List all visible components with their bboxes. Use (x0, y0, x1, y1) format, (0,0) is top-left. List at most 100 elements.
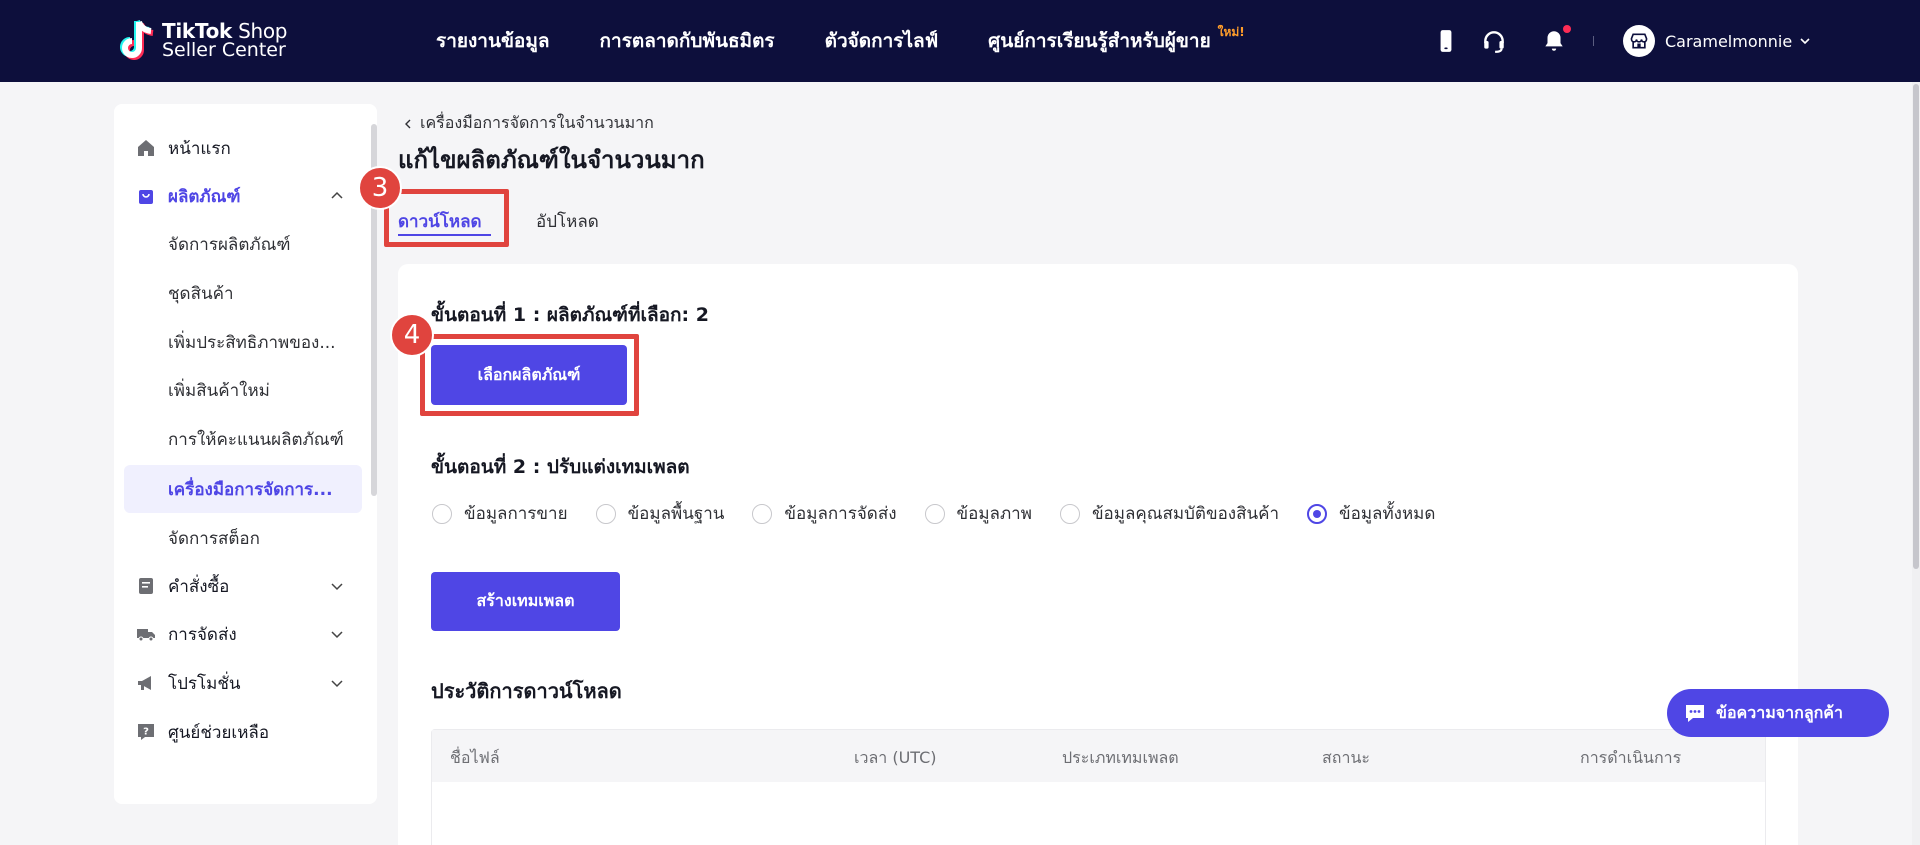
template-type-radio-group: ข้อมูลการขาย ข้อมูลพื้นฐาน ข้อมูลการจัดส… (432, 500, 1463, 527)
sidebar-item-label: หน้าแรก (168, 138, 231, 159)
account-menu[interactable]: Caramelmonnie (1623, 25, 1812, 57)
radio-label: ข้อมูลภาพ (956, 504, 1032, 524)
sidebar-subitem-add-product[interactable]: เพิ่มสินค้าใหม่ (114, 366, 354, 414)
breadcrumb-label: เครื่องมือการจัดการในจำนวนมาก (420, 113, 654, 132)
radio-label: ข้อมูลการขาย (464, 504, 568, 524)
nav-affiliate-marketing[interactable]: การตลาดกับพันธมิตร (600, 26, 775, 56)
sidebar-item-help-center[interactable]: ? ศูนย์ช่วยเหลือ (114, 708, 354, 756)
sidebar-subitem-product-ratings[interactable]: การให้คะแนนผลิตภัณฑ์ (114, 415, 354, 463)
sidebar-item-label: โปรโมชั่น (168, 673, 241, 694)
brand-seller-center: Seller Center (162, 39, 286, 61)
shop-avatar (1623, 25, 1655, 57)
radio-label: ข้อมูลการจัดส่ง (784, 504, 897, 524)
chevron-up-icon (331, 191, 343, 199)
account-name: Caramelmonnie (1665, 31, 1793, 51)
store-icon (1630, 33, 1648, 49)
page-title: แก้ไขผลิตภัณฑ์ในจำนวนมาก (398, 146, 705, 174)
column-header-actions: การดำเนินการ (1580, 748, 1682, 767)
sidebar-subitem-label: ชุดสินค้า (168, 283, 234, 304)
sidebar-item-home[interactable]: หน้าแรก (114, 124, 354, 172)
chat-bubble-icon (1686, 705, 1704, 722)
annotation-highlight-button (420, 334, 639, 416)
sidebar-item-orders[interactable]: คำสั่งซื้อ (114, 562, 354, 610)
tab-upload[interactable]: อัปโหลด (536, 208, 599, 235)
shopping-bag-icon (139, 190, 153, 204)
sidebar-item-label: ผลิตภัณฑ์ (168, 186, 241, 207)
help-question-icon: ? (138, 724, 154, 740)
sidebar-subitem-label: จัดการสต็อก (168, 528, 260, 549)
sidebar-item-label: การจัดส่ง (168, 624, 237, 645)
download-history-table: ชื่อไฟล์ เวลา (UTC) ประเภทเทมเพลต สถานะ … (431, 729, 1766, 845)
annotation-marker-4: 4 (390, 313, 434, 357)
column-header-status: สถานะ (1322, 748, 1370, 767)
home-icon (138, 140, 154, 156)
annotation-marker-3: 3 (358, 166, 402, 210)
nav-divider (1593, 36, 1594, 46)
sidebar-item-products[interactable]: ผลิตภัณฑ์ (114, 172, 354, 220)
table-header: ชื่อไฟล์ เวลา (UTC) ประเภทเทมเพลต สถานะ … (432, 730, 1765, 782)
nav-live-manager[interactable]: ตัวจัดการไลฟ์ (825, 26, 939, 56)
sidebar-subitem-optimize[interactable]: เพิ่มประสิทธิภาพของ... (114, 318, 354, 366)
sidebar-subitem-label: การให้คะแนนผลิตภัณฑ์ (168, 429, 344, 450)
radio-basic-info[interactable]: ข้อมูลพื้นฐาน (595, 500, 725, 527)
column-header-template-type: ประเภทเทมเพลต (1062, 748, 1179, 767)
download-history-title: ประวัติการดาวน์โหลด (431, 679, 622, 703)
headset-support-icon[interactable] (1481, 28, 1507, 54)
radio-circle (924, 503, 945, 524)
notification-dot (1563, 25, 1571, 33)
megaphone-icon (138, 676, 151, 690)
radio-circle (432, 503, 452, 524)
new-badge: ใหม่! (1217, 25, 1245, 39)
chevron-down-icon (331, 680, 343, 688)
customer-messages-button[interactable]: ข้อความจากลูกค้า (1667, 689, 1889, 737)
customer-messages-label: ข้อความจากลูกค้า (1716, 702, 1843, 722)
radio-image-info[interactable]: ข้อมูลภาพ (924, 500, 1032, 527)
nav-seller-university[interactable]: ศูนย์การเรียนรู้สำหรับผู้ขาย ใหม่! (988, 25, 1245, 56)
chevron-down-icon (1800, 38, 1810, 45)
radio-circle-selected (1307, 503, 1327, 524)
sidebar-subitem-bulk-tools[interactable]: เครื่องมือการจัดการ... (114, 465, 354, 513)
sidebar: หน้าแรก ผลิตภัณฑ์ จัดการผลิตภัณฑ์ ชุดสิน… (114, 104, 377, 804)
sidebar-item-label: คำสั่งซื้อ (168, 576, 230, 597)
tiktok-logo-icon (120, 19, 154, 60)
sidebar-item-label: ศูนย์ช่วยเหลือ (168, 722, 270, 743)
sidebar-item-promotions[interactable]: โปรโมชั่น (114, 659, 354, 707)
delivery-truck-icon (137, 629, 155, 642)
order-list-icon (139, 578, 153, 594)
radio-label: ข้อมูลทั้งหมด (1339, 504, 1436, 524)
column-header-filename: ชื่อไฟล์ (450, 748, 500, 767)
breadcrumb[interactable]: เครื่องมือการจัดการในจำนวนมาก (402, 111, 654, 136)
radio-sales-info[interactable]: ข้อมูลการขาย (432, 500, 568, 527)
step2-label: ขั้นตอนที่ 2 : ปรับแต่งเทมเพลต (431, 456, 690, 478)
page-scrollbar-thumb[interactable] (1913, 84, 1919, 569)
sidebar-subitem-manage-products[interactable]: จัดการผลิตภัณฑ์ (114, 220, 354, 268)
radio-label: ข้อมูลพื้นฐาน (627, 504, 725, 524)
sidebar-subitem-product-sets[interactable]: ชุดสินค้า (114, 269, 354, 317)
notification-bell-icon[interactable] (1541, 28, 1567, 54)
radio-circle (752, 503, 773, 524)
sidebar-item-shipping[interactable]: การจัดส่ง (114, 610, 354, 658)
radio-shipping-info[interactable]: ข้อมูลการจัดส่ง (752, 500, 897, 527)
tiktok-shop-logo[interactable]: TikTok Shop Seller Center (116, 18, 288, 64)
mobile-phone-icon[interactable] (1433, 28, 1459, 54)
column-header-time: เวลา (UTC) (854, 748, 937, 767)
radio-attribute-info[interactable]: ข้อมูลคุณสมบัติของสินค้า (1059, 500, 1279, 527)
annotation-highlight-tab (384, 189, 509, 247)
nav-seller-university-label: ศูนย์การเรียนรู้สำหรับผู้ขาย (988, 30, 1211, 52)
sidebar-subitem-label: เครื่องมือการจัดการ... (168, 479, 333, 500)
main-nav: รายงานข้อมูล การตลาดกับพันธมิตร ตัวจัดกา… (436, 25, 1245, 56)
chevron-left-icon (405, 119, 411, 128)
top-navigation-bar: TikTok Shop Seller Center รายงานข้อมูล ก… (0, 0, 1920, 82)
svg-text:?: ? (143, 727, 149, 738)
radio-circle (595, 503, 616, 524)
radio-all-info[interactable]: ข้อมูลทั้งหมด (1307, 500, 1435, 527)
sidebar-subitem-manage-stock[interactable]: จัดการสต็อก (114, 514, 354, 562)
chevron-down-icon (331, 631, 343, 639)
sidebar-subitem-label: จัดการผลิตภัณฑ์ (168, 234, 291, 255)
sidebar-subitem-label: เพิ่มสินค้าใหม่ (168, 380, 270, 401)
sidebar-subitem-label: เพิ่มประสิทธิภาพของ... (168, 332, 336, 353)
brand-name: TikTok Shop Seller Center (162, 21, 288, 61)
radio-circle (1059, 503, 1080, 524)
nav-data-reports[interactable]: รายงานข้อมูล (436, 26, 550, 56)
create-template-button[interactable]: สร้างเทมเพลต (431, 572, 620, 631)
